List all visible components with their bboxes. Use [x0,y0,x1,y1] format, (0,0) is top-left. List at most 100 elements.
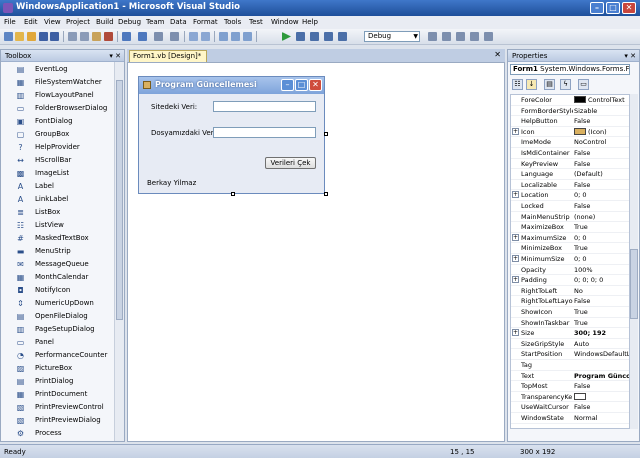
toolbox-item[interactable]: # MaskedTextBox [1,232,113,245]
properties-scrollbar[interactable] [630,94,638,429]
indent-icon[interactable] [243,32,252,41]
alphabetical-icon[interactable]: ↓ [526,79,537,90]
properties-window-icon[interactable] [456,32,465,41]
find-icon[interactable] [428,32,437,41]
categorized-icon[interactable]: ☷ [512,79,523,90]
toolbox-item[interactable]: ▤ OpenFileDialog [1,310,113,323]
uncomment-icon[interactable] [231,32,240,41]
textbox-local-data[interactable] [213,127,316,138]
navigate-back-icon[interactable] [154,32,163,41]
property-row[interactable]: RightToLeft No [511,286,629,297]
property-row[interactable]: ShowIcon True [511,307,629,318]
menu-debug[interactable]: Debug [118,18,141,26]
property-row[interactable]: Locked False [511,201,629,212]
scrollbar-thumb[interactable] [116,80,123,320]
step-into-icon[interactable] [324,32,333,41]
property-row[interactable]: KeyPreview False [511,159,629,170]
property-value[interactable]: 0; 0 [574,234,629,242]
property-row[interactable]: HelpButton False [511,116,629,127]
menu-data[interactable]: Data [170,18,187,26]
scrollbar-thumb[interactable] [630,249,638,319]
property-value[interactable]: False [574,297,629,305]
property-row[interactable]: SizeGripStyle Auto [511,339,629,350]
redo-icon[interactable] [138,32,147,41]
property-value[interactable]: 100% [574,266,629,274]
toolbox-item[interactable]: ▦ PrintDocument [1,388,113,401]
menu-format[interactable]: Format [193,18,218,26]
property-row[interactable]: + Icon (Icon) [511,127,629,138]
maximize-button[interactable]: □ [606,2,620,14]
properties-icon[interactable]: ▤ [544,79,555,90]
format-icon[interactable] [189,32,198,41]
menu-tools[interactable]: Tools [224,18,241,26]
minimize-button[interactable]: – [590,2,604,14]
copy-icon[interactable] [80,32,89,41]
form-title-bar[interactable]: Program Güncellemesi – □ ✕ [139,77,324,94]
property-value[interactable]: False [574,117,629,125]
property-value[interactable]: 0; 0 [574,191,629,199]
property-row[interactable]: IsMdiContainer False [511,148,629,159]
property-row[interactable]: WindowState Normal [511,413,629,424]
toolbox-item[interactable]: ✉ MessageQueue [1,258,113,271]
toolbox-item[interactable]: ▬ MenuStrip [1,245,113,258]
toolbox-item[interactable]: ▭ FolderBrowserDialog [1,102,113,115]
events-icon[interactable]: ϟ [560,79,571,90]
property-row[interactable]: MinimizeBox True [511,243,629,254]
menu-view[interactable]: View [44,18,61,26]
property-row[interactable]: Text Program Güncc [511,371,629,382]
property-row[interactable]: Localizable False [511,180,629,191]
property-value[interactable] [574,392,629,401]
property-row[interactable]: + Size 300; 192 [511,328,629,339]
panel-controls-icon[interactable]: ▾ ✕ [624,50,636,62]
comment-icon[interactable] [219,32,228,41]
property-row[interactable]: ForeColor ControlText [511,95,629,106]
save-all-icon[interactable] [50,32,59,41]
menu-help[interactable]: Help [302,18,318,26]
stop-icon[interactable] [310,32,319,41]
property-value[interactable]: 0; 0 [574,255,629,263]
property-value[interactable]: False [574,202,629,210]
delete-icon[interactable] [104,32,113,41]
toolbox-window-icon[interactable] [484,32,493,41]
toolbox-item[interactable]: ▥ FlowLayoutPanel [1,89,113,102]
property-value[interactable]: False [574,160,629,168]
menu-build[interactable]: Build [96,18,114,26]
property-row[interactable]: + MaximumSize 0; 0 [511,233,629,244]
toolbox-item[interactable]: ▨ PictureBox [1,362,113,375]
property-value[interactable]: Program Güncc [574,372,629,380]
property-row[interactable]: ShowInTaskbar True [511,318,629,329]
expand-icon[interactable]: + [512,276,519,284]
toolbox-item[interactable]: A LinkLabel [1,193,113,206]
property-row[interactable]: Language (Default) [511,169,629,180]
open-file-icon[interactable] [27,32,36,41]
toolbox-item[interactable]: ▥ PageSetupDialog [1,323,113,336]
cut-icon[interactable] [68,32,77,41]
toolbox-item[interactable]: ↔ HScrollBar [1,154,113,167]
property-row[interactable]: UseWaitCursor False [511,402,629,413]
paste-icon[interactable] [92,32,101,41]
property-value[interactable]: Auto [574,340,629,348]
align-icon[interactable] [201,32,210,41]
menu-team[interactable]: Team [146,18,165,26]
property-row[interactable]: RightToLeftLayo False [511,296,629,307]
property-value[interactable]: (Default) [574,170,629,178]
start-debugging-icon[interactable] [282,32,291,41]
undo-icon[interactable] [122,32,131,41]
property-row[interactable]: MainMenuStrip (none) [511,212,629,223]
property-pages-icon[interactable]: ▭ [578,79,589,90]
property-row[interactable]: + Padding 0; 0; 0; 0 [511,275,629,286]
add-item-icon[interactable] [15,32,24,41]
toolbox-item[interactable]: ▭ Panel [1,336,113,349]
expand-icon[interactable]: + [512,255,519,262]
solution-configuration-select[interactable]: Debug ▼ [364,31,420,42]
property-value[interactable]: ControlText [574,96,629,104]
property-row[interactable]: TopMost False [511,381,629,392]
toolbox-item[interactable]: ▩ ImageList [1,167,113,180]
menu-project[interactable]: Project [66,18,90,26]
property-value[interactable]: (Icon) [574,127,629,136]
property-row[interactable]: ImeMode NoControl [511,137,629,148]
toolbox-item[interactable]: ? HelpProvider [1,141,113,154]
save-icon[interactable] [39,32,48,41]
menu-file[interactable]: File [4,18,16,26]
property-value[interactable]: 0; 0; 0; 0 [574,276,629,284]
